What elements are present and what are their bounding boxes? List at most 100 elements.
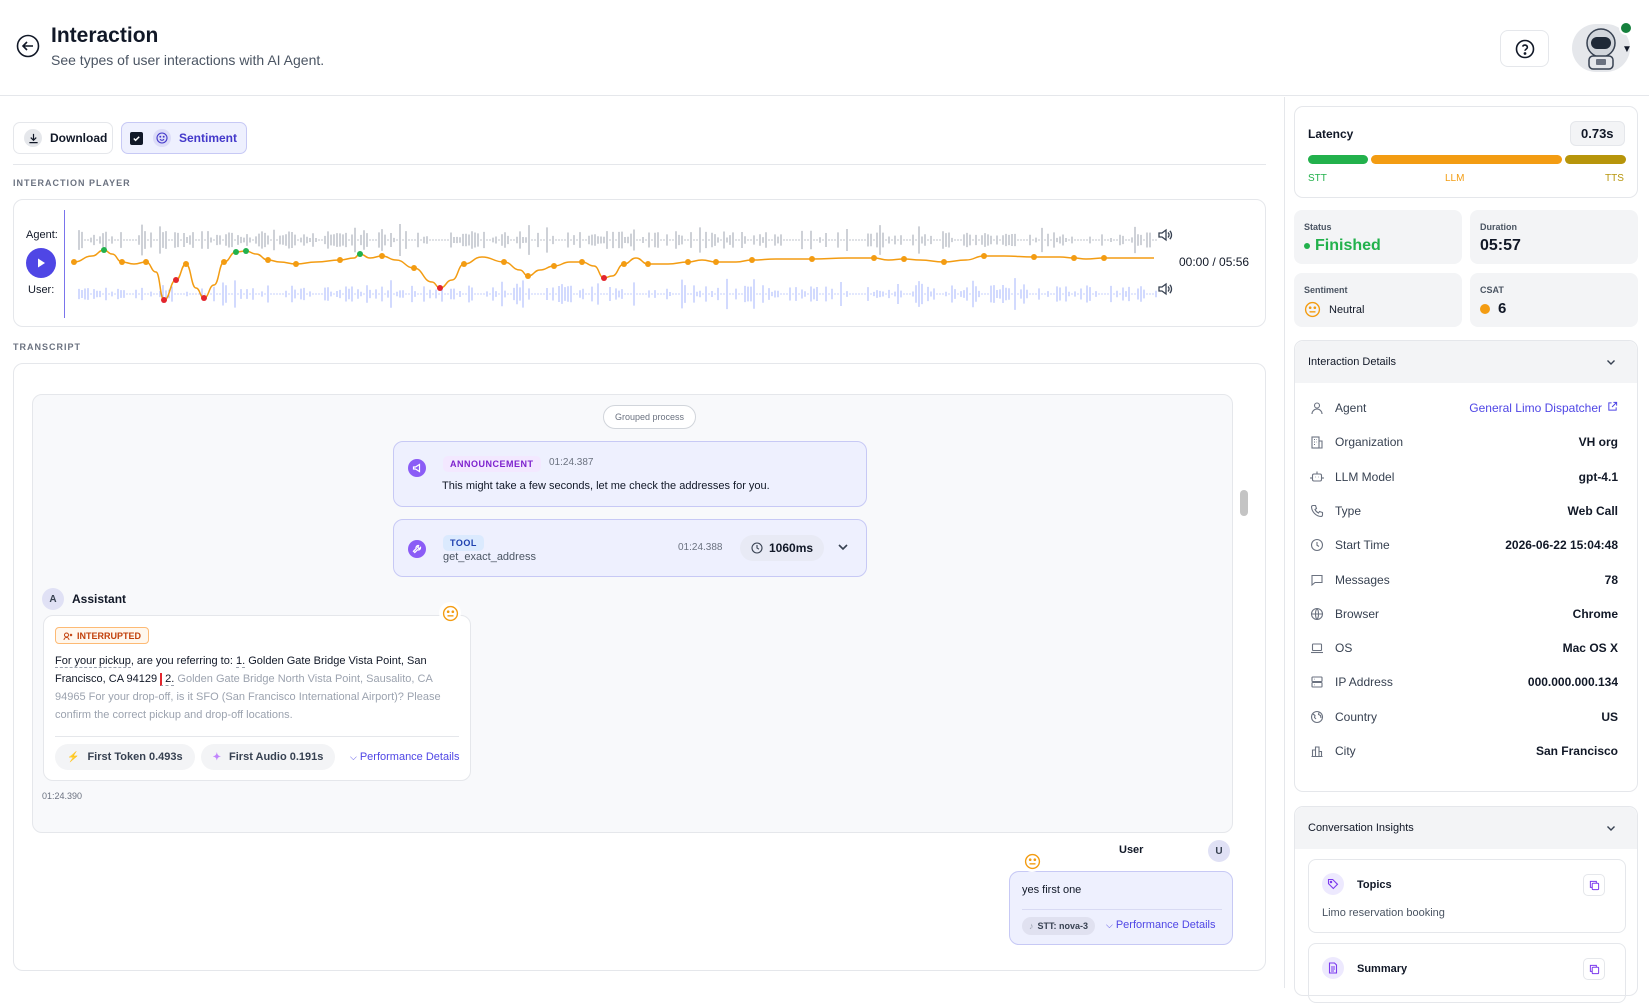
assistant-text-part: 1.	[235, 655, 246, 668]
detail-row-messages: Messages 78	[1295, 562, 1630, 598]
detail-value: Chrome	[1572, 606, 1618, 621]
latency-value: 0.73s	[1570, 121, 1625, 146]
detail-value: 000.000.000.134	[1527, 675, 1618, 690]
detail-key: LLM Model	[1335, 469, 1395, 484]
assistant-performance-link[interactable]: ⌵ Performance Details	[350, 751, 459, 763]
sentiment-text: Neutral	[1329, 303, 1365, 316]
grouped-process-label: Grouped process	[603, 405, 697, 429]
user-performance-link[interactable]: ⌵ Performance Details	[1106, 919, 1215, 931]
csat-box: CSAT 6	[1470, 273, 1638, 327]
agent-track-label: Agent:	[26, 229, 58, 241]
latency-segment-stt	[1308, 155, 1369, 164]
sentiment-box: Sentiment Neutral	[1294, 273, 1462, 327]
first-token-value: First Token 0.493s	[87, 751, 183, 763]
user-track-label: User:	[28, 284, 55, 296]
topics-title: Topics	[1357, 879, 1392, 891]
details-header[interactable]: Interaction Details	[1295, 341, 1637, 383]
tool-card[interactable]: TOOL get_exact_address 01:24.388 1060ms	[393, 519, 867, 577]
phone-icon	[1309, 504, 1325, 518]
copy-topics-button[interactable]	[1583, 874, 1605, 896]
first-audio-pill: ✦ First Audio 0.191s	[200, 744, 336, 770]
play-button[interactable]	[26, 248, 56, 278]
detail-value: VH org	[1578, 435, 1618, 450]
duration-value: 05:57	[1480, 237, 1521, 254]
detail-row-llm-model: LLM Model gpt-4.1	[1295, 459, 1630, 495]
message-icon	[1309, 573, 1325, 587]
caret-down-icon[interactable]: ▼	[1622, 44, 1632, 55]
topics-value: Limo reservation booking	[1322, 907, 1445, 919]
city-icon	[1309, 744, 1325, 758]
interaction-details-card: Interaction Details Agent General Limo Di…	[1294, 340, 1638, 792]
bolt-icon: ⚡	[67, 751, 80, 763]
latency-card: Latency 0.73s STT LLM TTS	[1294, 106, 1638, 198]
page-title: Interaction	[51, 24, 159, 47]
chevron-down-icon[interactable]	[836, 540, 850, 559]
detail-value: 78	[1604, 572, 1618, 587]
csat-label: CSAT	[1480, 285, 1504, 295]
sentiment-curve	[73, 249, 1154, 301]
detail-value: San Francisco	[1535, 744, 1618, 758]
page-subtitle: See types of user interactions with AI A…	[51, 52, 325, 68]
server-icon	[1309, 675, 1325, 689]
help-button[interactable]	[1500, 30, 1549, 67]
detail-row-city: City San Francisco	[1295, 733, 1630, 769]
agent-volume-icon[interactable]	[1157, 227, 1173, 248]
waveform-area[interactable]	[64, 210, 1164, 318]
chevron-down-icon[interactable]	[1605, 821, 1617, 839]
external-link-icon[interactable]	[1602, 401, 1618, 415]
status-dot	[1304, 243, 1310, 249]
audio-icon: ✦	[212, 751, 222, 763]
copy-icon	[1589, 880, 1599, 890]
toolbar-divider	[13, 164, 1266, 165]
copy-icon	[1589, 964, 1599, 974]
chevron-down-icon[interactable]	[1605, 355, 1617, 373]
conversation-insights-card: Conversation Insights Topics Limo reserv…	[1294, 806, 1638, 1003]
sentiment-label: Sentiment	[179, 131, 238, 145]
clock-icon	[751, 542, 763, 554]
assistant-text-part: For your pickup	[55, 655, 131, 668]
neutral-face-icon	[1304, 301, 1321, 318]
duration-box: Duration 05:57	[1470, 210, 1638, 264]
detail-row-agent[interactable]: Agent General Limo Dispatcher	[1295, 390, 1630, 426]
playback-time: 00:00 / 05:56	[1179, 255, 1250, 269]
online-status-dot	[1619, 21, 1633, 35]
sentiment-stat-label: Sentiment	[1304, 285, 1348, 295]
checkbox-checked-icon[interactable]	[130, 131, 143, 145]
transcript-section-label: TRANSCRIPT	[13, 342, 81, 352]
user-name: User	[1119, 844, 1144, 856]
earth-icon	[1309, 710, 1325, 724]
csat-value: 6	[1480, 300, 1506, 317]
assistant-text-part: , are you referring to:	[130, 655, 236, 667]
transcript-panel: Grouped process ANNOUNCEMENT 01:24.387 T…	[13, 363, 1266, 971]
document-icon	[1322, 957, 1344, 979]
arrow-left-icon	[16, 34, 40, 58]
copy-summary-button[interactable]	[1583, 958, 1605, 980]
sentiment-toggle[interactable]: Sentiment	[121, 122, 247, 154]
assistant-name: Assistant	[72, 592, 127, 606]
transcript-scrollbar[interactable]	[1240, 490, 1248, 516]
interaction-player: Agent: User: 00:00 / 05:56	[13, 199, 1266, 327]
detail-row-ip-address: IP Address 000.000.000.134	[1295, 664, 1630, 700]
llm-label: LLM	[1445, 173, 1465, 184]
latency-segment-llm	[1371, 155, 1563, 164]
download-button[interactable]: Download	[13, 122, 113, 154]
building-icon	[1309, 435, 1325, 449]
stt-label: STT	[1308, 173, 1327, 184]
detail-key: Type	[1335, 503, 1362, 518]
back-button[interactable]	[16, 34, 40, 58]
perf-metrics: ⚡ First Token 0.493s ✦ First Audio 0.191s	[55, 744, 336, 770]
smile-icon	[153, 129, 171, 147]
duration-label: Duration	[1480, 222, 1517, 232]
detail-value: 2026-06-22 15:04:48	[1505, 538, 1618, 553]
detail-value: Mac OS X	[1562, 641, 1618, 656]
user-volume-icon[interactable]	[1157, 281, 1173, 302]
laptop-icon	[1309, 641, 1325, 655]
csat-dot	[1480, 303, 1490, 314]
interrupt-icon	[63, 632, 73, 640]
panel-divider	[1284, 97, 1285, 988]
detail-value[interactable]: General Limo Dispatcher	[1469, 401, 1602, 415]
message-divider	[1022, 909, 1222, 910]
insights-header[interactable]: Conversation Insights	[1295, 807, 1637, 849]
detail-row-browser: Browser Chrome	[1295, 596, 1630, 632]
performance-details-label: Performance Details	[1115, 919, 1216, 931]
